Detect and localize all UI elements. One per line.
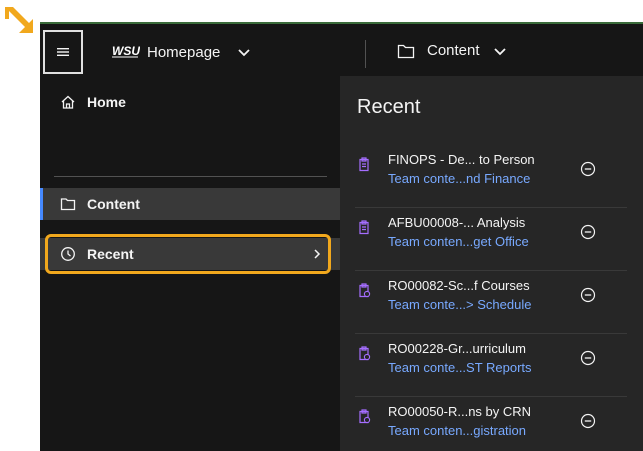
recent-item-path[interactable]: Team conten...gistration — [388, 423, 526, 438]
remove-icon[interactable] — [580, 161, 596, 177]
report-icon — [359, 220, 369, 235]
sidebar-item-label: Content — [87, 196, 140, 212]
recent-item-path[interactable]: Team conte...ST Reports — [388, 360, 532, 375]
divider — [355, 207, 627, 208]
recent-item-title[interactable]: RO00050-R...ns by CRN — [388, 404, 531, 419]
hamburger-menu-icon — [57, 48, 69, 56]
homepage-label[interactable]: Homepage — [147, 44, 220, 61]
recent-item-path[interactable]: Team conten...get Office — [388, 234, 529, 249]
chevron-down-icon[interactable] — [236, 44, 252, 60]
folder-icon — [397, 44, 415, 58]
report-icon — [359, 283, 371, 298]
report-icon — [359, 409, 371, 424]
remove-icon[interactable] — [580, 287, 596, 303]
svg-text:WSU: WSU — [112, 44, 140, 58]
panel-title: Recent — [357, 96, 421, 118]
remove-icon[interactable] — [580, 413, 596, 429]
sidebar-item-label: Home — [87, 94, 126, 110]
remove-icon[interactable] — [580, 224, 596, 240]
recent-item[interactable]: RO00228-Gr...urriculum Team conte...ST Re… — [340, 335, 643, 397]
recent-item[interactable]: RO00050-R...ns by CRN Team conten...gistr… — [340, 398, 643, 451]
recent-item-title[interactable]: AFBU00008-... Analysis — [388, 215, 525, 230]
home-icon — [61, 95, 75, 109]
highlight-box — [45, 234, 331, 274]
recent-panel: Recent FINOPS - De... to Person Team cont… — [340, 76, 643, 451]
divider — [355, 396, 627, 397]
arrow-pointer-icon — [5, 7, 33, 33]
recent-item[interactable]: AFBU00008-... Analysis Team conten...get … — [340, 209, 643, 271]
divider — [355, 333, 627, 334]
recent-item-path[interactable]: Team conte...> Schedule — [388, 297, 531, 312]
report-icon — [359, 346, 371, 361]
app-window: WSU Homepage Content Home Content Recent… — [40, 22, 643, 451]
top-bar: WSU Homepage Content — [40, 24, 643, 76]
sidebar: Home Content Recent — [40, 76, 340, 451]
divider — [54, 176, 327, 177]
recent-item[interactable]: FINOPS - De... to Person Team conte...nd … — [340, 146, 643, 208]
menu-button[interactable] — [43, 30, 83, 74]
divider — [355, 270, 627, 271]
sidebar-item-content[interactable]: Content — [40, 188, 340, 220]
content-label: Content — [427, 42, 480, 59]
chevron-down-icon — [493, 47, 506, 55]
folder-icon — [60, 198, 76, 211]
content-switcher[interactable]: Content — [397, 42, 508, 59]
report-icon — [359, 157, 369, 172]
topbar-divider — [365, 40, 366, 68]
wsu-logo: WSU — [110, 42, 140, 61]
recent-item[interactable]: RO00082-Sc...f Courses Team conte...> Sch… — [340, 272, 643, 334]
recent-item-path[interactable]: Team conte...nd Finance — [388, 171, 530, 186]
recent-item-title[interactable]: RO00228-Gr...urriculum — [388, 341, 526, 356]
recent-item-title[interactable]: FINOPS - De... to Person — [388, 152, 535, 167]
recent-item-title[interactable]: RO00082-Sc...f Courses — [388, 278, 530, 293]
sidebar-item-home[interactable]: Home — [40, 86, 340, 118]
remove-icon[interactable] — [580, 350, 596, 366]
